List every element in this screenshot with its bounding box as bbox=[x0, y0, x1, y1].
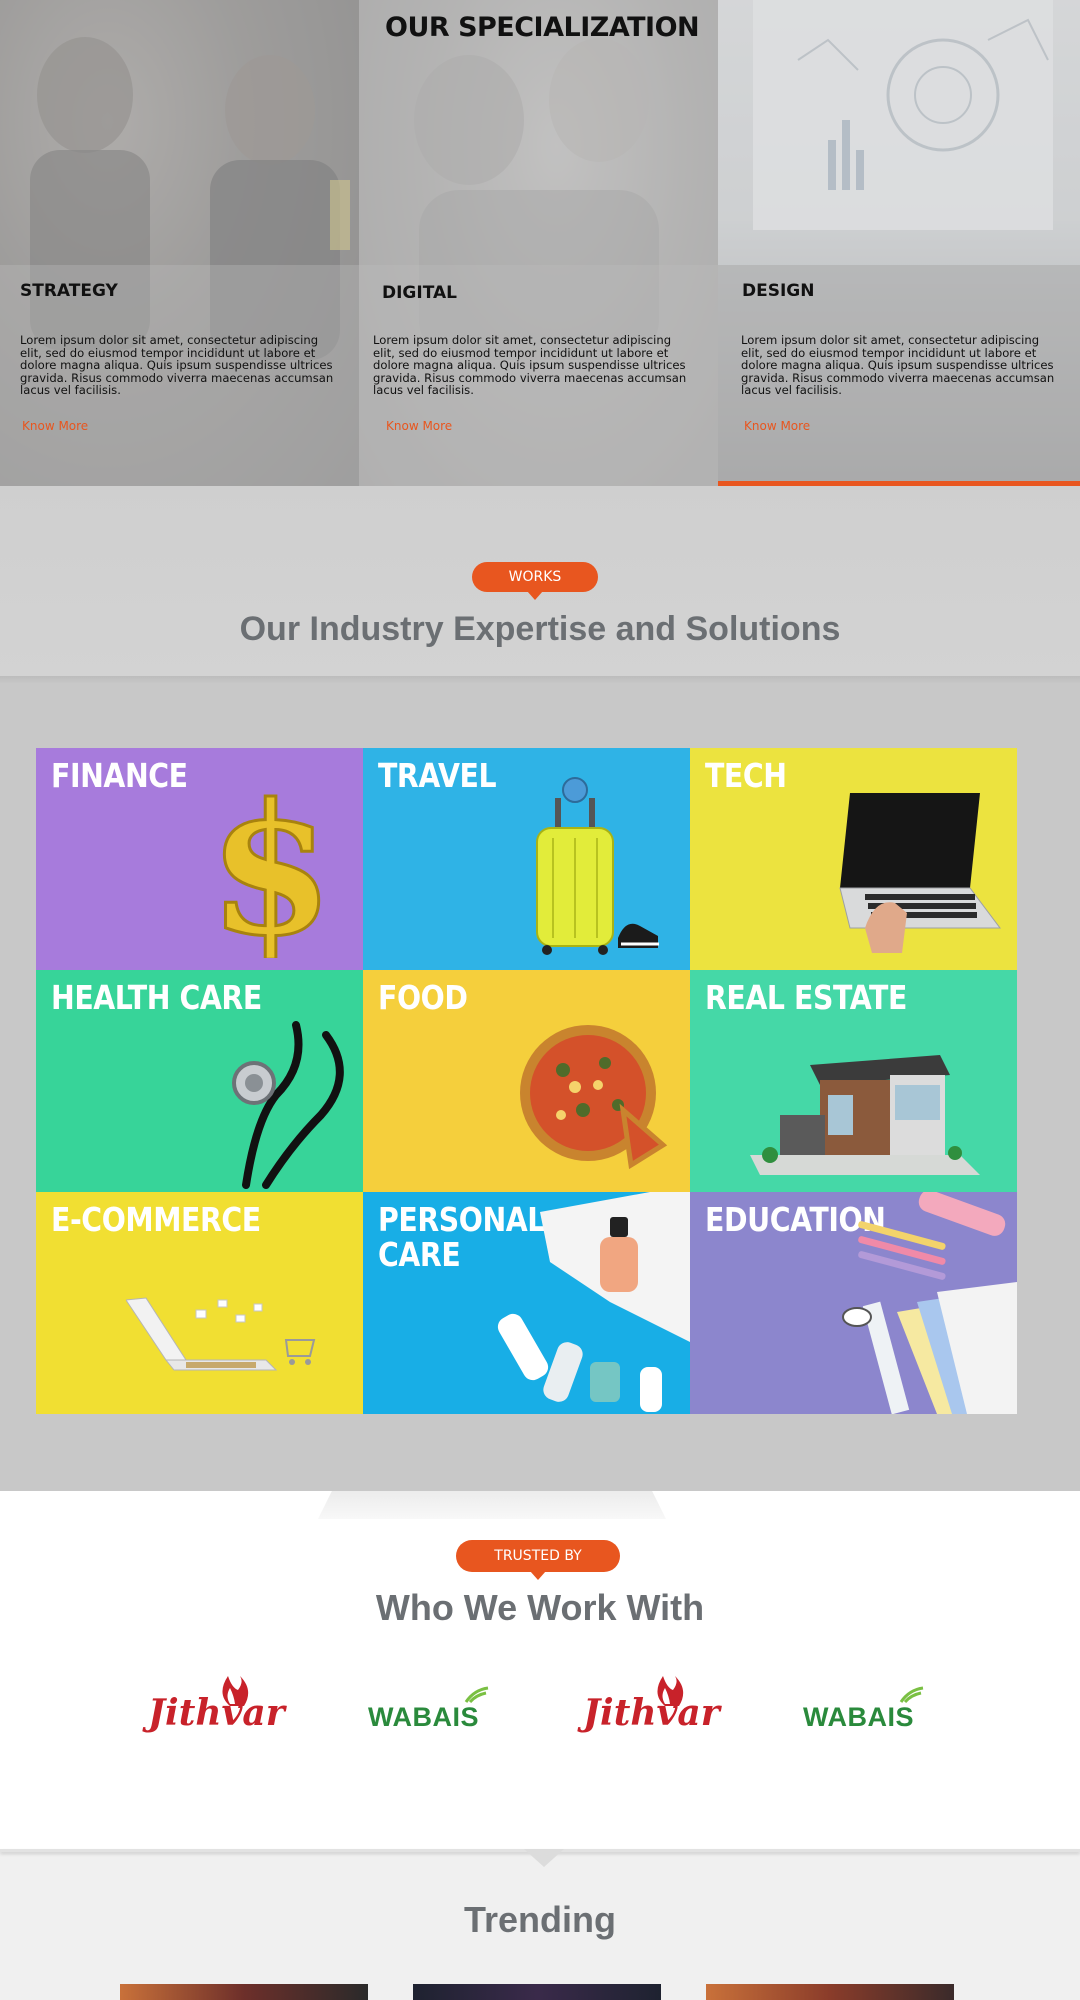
logo-text: WABAIS bbox=[368, 1702, 479, 1732]
section-tab bbox=[318, 1491, 666, 1519]
industry-tile-finance[interactable]: FINANCE $ bbox=[36, 748, 363, 970]
industry-tile-personal-care[interactable]: PERSONAL CARE bbox=[363, 1192, 690, 1414]
tile-label: FINANCE bbox=[51, 756, 188, 795]
industry-tile-e-commerce[interactable]: E-COMMERCE bbox=[36, 1192, 363, 1414]
tile-label: E-COMMERCE bbox=[51, 1200, 261, 1239]
signal-waves-icon bbox=[464, 1686, 489, 1704]
trusted-by-section: TRUSTED BY Who We Work With Jithvar WABA… bbox=[0, 1491, 1080, 1849]
digital-card[interactable]: DIGITAL Lorem ipsum dolor sit amet, cons… bbox=[359, 0, 718, 486]
skincare-bottles-icon bbox=[497, 1192, 690, 1412]
industry-tile-education[interactable]: EDUCATION bbox=[690, 1192, 1017, 1414]
signal-waves-icon bbox=[899, 1686, 924, 1704]
who-we-work-with-heading: Who We Work With bbox=[375, 1587, 705, 1628]
digital-title: DIGITAL bbox=[382, 283, 457, 303]
jithvar-logo[interactable]: Jithvar bbox=[575, 1674, 725, 1744]
specialization-section: STRATEGY Lorem ipsum dolor sit amet, con… bbox=[0, 0, 1080, 486]
divider-notch bbox=[524, 1849, 564, 1867]
strategy-know-more-link[interactable]: Know More bbox=[22, 419, 88, 433]
strategy-card[interactable]: STRATEGY Lorem ipsum dolor sit amet, con… bbox=[0, 0, 359, 486]
industry-tile-real-estate[interactable]: REAL ESTATE bbox=[690, 970, 1017, 1192]
trending-thumbnail[interactable] bbox=[120, 1984, 368, 2000]
suitcase-icon bbox=[536, 777, 659, 955]
tile-label: TECH bbox=[705, 756, 787, 795]
design-card[interactable]: DESIGN Lorem ipsum dolor sit amet, conse… bbox=[718, 0, 1080, 486]
design-description: Lorem ipsum dolor sit amet, consectetur … bbox=[741, 333, 1055, 397]
design-know-more-link[interactable]: Know More bbox=[744, 419, 810, 433]
industry-tile-food[interactable]: FOOD bbox=[363, 970, 690, 1192]
wabais-logo[interactable]: WABAIS bbox=[797, 1674, 947, 1744]
stationery-icon bbox=[842, 1192, 1017, 1414]
strategy-title: STRATEGY bbox=[20, 281, 118, 301]
tile-label: FOOD bbox=[378, 978, 468, 1017]
design-title: DESIGN bbox=[742, 281, 815, 301]
logo-text: Jithvar bbox=[583, 1692, 720, 1734]
divider bbox=[0, 676, 1080, 684]
laptop-cart-icon bbox=[126, 1297, 316, 1371]
laptop-icon bbox=[839, 793, 1001, 953]
specialization-heading: OUR SPECIALIZATION bbox=[385, 12, 700, 43]
logo-text: WABAIS bbox=[803, 1702, 914, 1732]
trending-heading: Trending bbox=[464, 1899, 616, 1940]
tile-label: TRAVEL bbox=[378, 756, 497, 795]
trusted-by-badge: TRUSTED BY bbox=[456, 1540, 620, 1580]
industry-section: WORKS Our Industry Expertise and Solutio… bbox=[0, 486, 1080, 1491]
pizza-icon bbox=[520, 1025, 668, 1170]
jithvar-logo[interactable]: Jithvar bbox=[140, 1674, 290, 1744]
industry-grid: FINANCE $ TRAVEL TECH HEALTH CARE FOOD R… bbox=[36, 748, 1017, 1414]
tile-label: HEALTH CARE bbox=[51, 978, 262, 1017]
industry-tile-health-care[interactable]: HEALTH CARE bbox=[36, 970, 363, 1192]
digital-know-more-link[interactable]: Know More bbox=[386, 419, 452, 433]
industry-tile-travel[interactable]: TRAVEL bbox=[363, 748, 690, 970]
trending-thumbnail[interactable] bbox=[413, 1984, 661, 2000]
svg-text:$: $ bbox=[211, 768, 331, 958]
industry-heading: Our Industry Expertise and Solutions bbox=[239, 610, 841, 648]
stethoscope-icon bbox=[232, 1021, 344, 1189]
logo-text: Jithvar bbox=[148, 1692, 285, 1734]
industry-tile-tech[interactable]: TECH bbox=[690, 748, 1017, 970]
strategy-description: Lorem ipsum dolor sit amet, consectetur … bbox=[20, 333, 334, 397]
trending-section: Trending bbox=[0, 1849, 1080, 2000]
works-badge: WORKS bbox=[472, 562, 598, 600]
wabais-logo[interactable]: WABAIS bbox=[362, 1674, 512, 1744]
dollar-sign-icon: $ bbox=[211, 768, 331, 958]
house-icon bbox=[750, 1055, 980, 1175]
digital-description: Lorem ipsum dolor sit amet, consectetur … bbox=[373, 333, 687, 397]
tile-label: REAL ESTATE bbox=[705, 978, 907, 1017]
trending-thumbnail[interactable] bbox=[706, 1984, 954, 2000]
